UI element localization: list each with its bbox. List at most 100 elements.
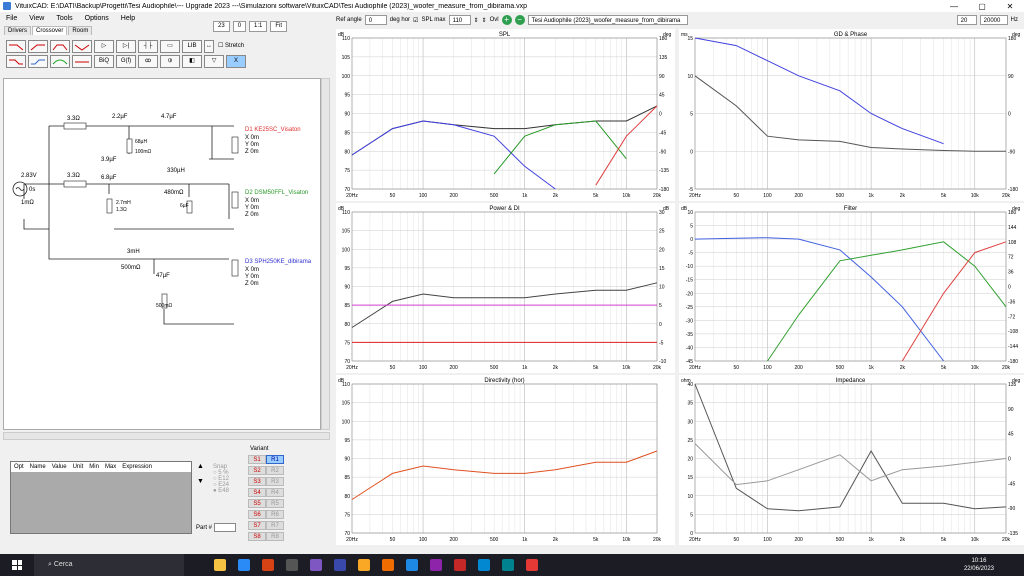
zoom-field-2[interactable]: 0 <box>232 21 247 32</box>
chrome-icon[interactable] <box>238 559 250 571</box>
table-up-icon[interactable]: ▲ <box>197 463 204 470</box>
parameter-table[interactable]: Opt Name Value Unit Min Max Expression <box>10 461 192 534</box>
part-c2: 4.7µF <box>161 114 177 120</box>
minimize-icon[interactable]: — <box>940 2 968 11</box>
spl-max-checkbox[interactable]: ☑ <box>413 17 418 24</box>
part-number-field[interactable] <box>213 523 236 532</box>
variant-r3[interactable]: R3 <box>266 477 284 486</box>
variant-s1[interactable]: S1 <box>248 455 266 464</box>
firefox-icon[interactable] <box>382 559 394 571</box>
variant-r7[interactable]: R7 <box>266 521 284 530</box>
shelf-low-icon[interactable] <box>6 55 26 68</box>
ref-angle-input[interactable]: 0 <box>364 15 387 25</box>
shelf-high-icon[interactable] <box>28 55 48 68</box>
menu-view[interactable]: View <box>23 15 50 22</box>
variant-r8[interactable]: R8 <box>266 532 284 541</box>
spl-max-input[interactable]: 110 <box>448 15 471 25</box>
file-explorer-icon[interactable] <box>214 559 226 571</box>
resistor-icon[interactable]: ▭ <box>160 40 180 53</box>
schematic-vertical-scrollbar[interactable] <box>321 78 330 430</box>
y2-tick-label: 15 <box>659 266 665 272</box>
library-button[interactable]: LIB <box>182 40 202 53</box>
vituixcad-icon[interactable] <box>526 559 538 571</box>
wire-icon[interactable]: ↔ <box>204 40 214 53</box>
tab-crossover[interactable]: Crossover <box>32 26 68 35</box>
stretch-checkbox[interactable]: ☐ Stretch <box>218 42 244 49</box>
variant-r4[interactable]: R4 <box>266 488 284 497</box>
opera-icon[interactable] <box>454 559 466 571</box>
y-tick-label: 75 <box>344 168 350 174</box>
variant-s6[interactable]: S6 <box>248 510 266 519</box>
ground-icon[interactable]: ▽ <box>204 55 224 68</box>
close-icon[interactable]: ✕ <box>996 2 1024 11</box>
menu-help[interactable]: Help <box>115 15 141 22</box>
snap-e48[interactable]: ● E48 <box>213 488 253 494</box>
variant-s4[interactable]: S4 <box>248 488 266 497</box>
variant-s5[interactable]: S5 <box>248 499 266 508</box>
transformer-icon[interactable]: ⦶ <box>160 55 180 68</box>
variant-s8[interactable]: S8 <box>248 532 266 541</box>
variant-s7[interactable]: S7 <box>248 521 266 530</box>
menu-options[interactable]: Options <box>79 15 115 22</box>
maximize-icon[interactable]: ▢ <box>968 2 996 11</box>
variant-r5[interactable]: R5 <box>266 499 284 508</box>
variant-r2[interactable]: R2 <box>266 466 284 475</box>
snap-e48-label: E48 <box>218 488 229 494</box>
menu-file[interactable]: File <box>0 15 23 22</box>
allpass-icon[interactable] <box>72 55 92 68</box>
tab-drivers[interactable]: Drivers <box>4 26 31 35</box>
series-line <box>694 383 1007 512</box>
x-tick-label: 10k <box>971 193 980 199</box>
schematic-horizontal-scrollbar[interactable] <box>3 432 330 440</box>
visual-studio-icon[interactable] <box>310 559 322 571</box>
spl-max-spinner-icon[interactable]: ⇕ <box>474 17 479 24</box>
menu-tools[interactable]: Tools <box>50 15 78 22</box>
zoom-fit-button[interactable]: Fit <box>270 21 288 32</box>
windows-start-icon[interactable] <box>12 560 22 570</box>
buffer-icon[interactable]: ▷| <box>116 40 136 53</box>
gf-button[interactable]: G(f) <box>116 55 136 68</box>
monitor-icon[interactable] <box>502 559 514 571</box>
inductor-icon[interactable]: ꝏ <box>138 55 158 68</box>
peak-icon[interactable] <box>50 55 70 68</box>
spl-max-step-icon[interactable]: ⇕ <box>482 17 487 24</box>
overlay-file-field[interactable]: Tesi Audiophile (2023)_woofer_measure_fr… <box>527 15 688 25</box>
biquad-button[interactable]: BiQ <box>94 55 114 68</box>
schematic-canvas[interactable]: 2.83V 0s 1mΩ 3.3Ω 2.2µF 4.7µF 68µH 100mΩ… <box>3 78 321 430</box>
variant-r6[interactable]: R6 <box>266 510 284 519</box>
x-button[interactable]: X <box>226 55 246 68</box>
variant-s2[interactable]: S2 <box>248 466 266 475</box>
highpass-filter-icon[interactable] <box>28 40 48 53</box>
filezilla-icon[interactable] <box>262 559 274 571</box>
driver-d3-x: X 0m <box>245 267 259 273</box>
speaker-icon[interactable]: ◧ <box>182 55 202 68</box>
notch-filter-icon[interactable] <box>72 40 92 53</box>
y2-tick-label: 25 <box>659 229 665 235</box>
vs-code-icon[interactable] <box>430 559 442 571</box>
table-down-icon[interactable]: ▼ <box>197 478 204 485</box>
dr-app-icon[interactable] <box>334 559 346 571</box>
lowpass-filter-icon[interactable] <box>6 40 26 53</box>
folder-icon[interactable] <box>358 559 370 571</box>
bandpass-filter-icon[interactable] <box>50 40 70 53</box>
remove-overlay-icon[interactable]: − <box>514 15 525 25</box>
zoom-1to1-button[interactable]: 1:1 <box>249 21 268 32</box>
freq-high-input[interactable]: 20000 <box>979 15 1008 25</box>
freq-low-input[interactable]: 20 <box>956 15 977 25</box>
capacitor-icon[interactable]: ┤├ <box>138 40 158 53</box>
taskbar: ⌕ Cerca 10:16 22/06/2023 <box>0 554 1024 576</box>
variant-s3[interactable]: S3 <box>248 477 266 486</box>
y2-tick-label: 5 <box>659 303 662 309</box>
terminal-icon[interactable] <box>286 559 298 571</box>
word-icon[interactable] <box>406 559 418 571</box>
add-overlay-icon[interactable]: + <box>501 15 512 25</box>
zoom-field-1[interactable]: 23 <box>213 21 230 32</box>
amplifier-icon[interactable]: ▷ <box>94 40 114 53</box>
variant-r1[interactable]: R1 <box>266 455 284 464</box>
tab-room[interactable]: Room <box>68 26 93 35</box>
y-tick-label: -25 <box>686 305 693 311</box>
photos-icon[interactable] <box>478 559 490 571</box>
taskbar-search[interactable]: ⌕ Cerca <box>34 554 184 576</box>
chart-title: GD & Phase <box>834 32 868 38</box>
y-tick-label: 85 <box>344 303 350 309</box>
